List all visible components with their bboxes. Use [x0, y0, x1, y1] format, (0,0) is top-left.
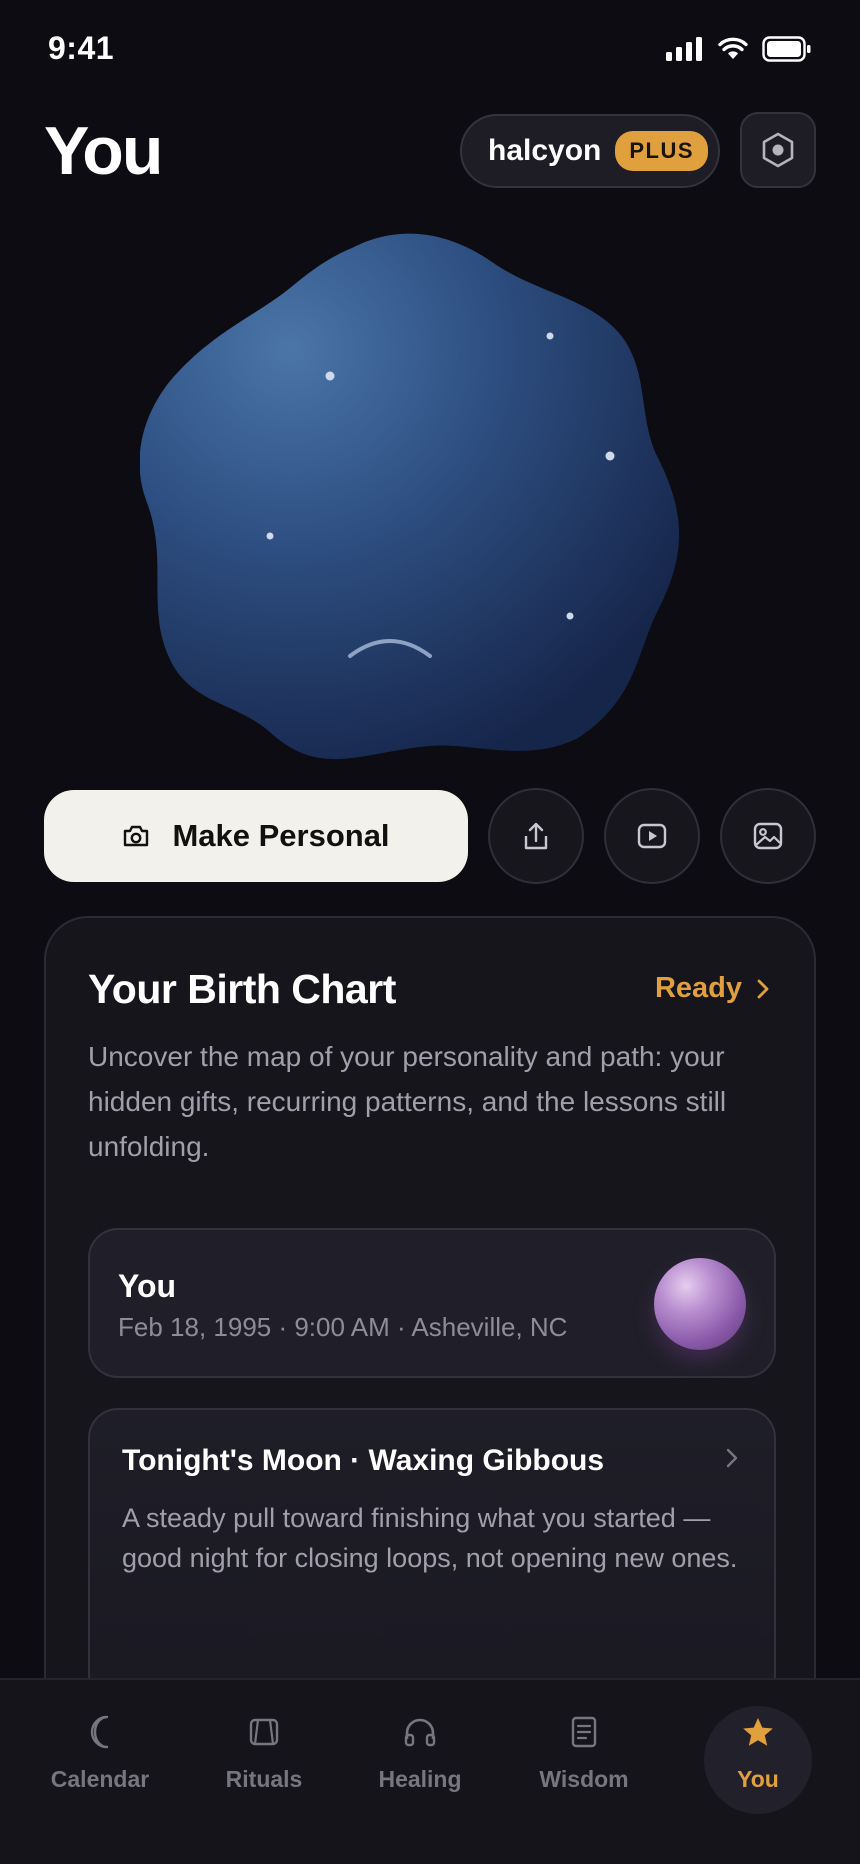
share-icon	[524, 822, 548, 850]
birth-chart-status: Ready	[654, 972, 742, 1004]
status-time: 9:41	[48, 30, 115, 66]
chevron-right-icon	[726, 1448, 738, 1468]
tonights-moon-card[interactable]: Tonight's Moon · Waxing Gibbous A steady…	[88, 1408, 776, 1718]
avatar-blob	[140, 233, 679, 760]
tab-you-label: You	[737, 1766, 779, 1792]
chevron-right-icon	[757, 979, 769, 998]
star-dot	[325, 371, 335, 381]
signal-icon	[666, 37, 702, 61]
make-personal-label: Make Personal	[172, 818, 390, 853]
birth-chart-title: Your Birth Chart	[88, 966, 396, 1012]
profile-details: Feb 18, 1995 · 9:00 AM · Asheville, NC	[118, 1312, 568, 1342]
star-dot	[546, 332, 554, 340]
tab-healing-label: Healing	[378, 1766, 462, 1792]
settings-button[interactable]	[740, 112, 816, 188]
tab-calendar[interactable]: Calendar	[30, 1710, 170, 1830]
wifi-icon	[718, 37, 748, 59]
cards-icon	[249, 1718, 279, 1746]
play-video-icon	[637, 823, 667, 849]
birth-chart-description: Uncover the map of your personality and …	[88, 1041, 727, 1162]
page-title: You	[44, 113, 163, 189]
birth-chart-status-link[interactable]: Ready	[655, 972, 770, 1005]
make-personal-button[interactable]: Make Personal	[44, 790, 468, 882]
hexagon-settings-icon	[762, 132, 794, 168]
moon-description: A steady pull toward finishing what you …	[122, 1503, 738, 1573]
tab-rituals-label: Rituals	[225, 1766, 303, 1792]
share-button[interactable]	[488, 788, 584, 884]
star-dot	[266, 532, 274, 540]
play-video-button[interactable]	[604, 788, 700, 884]
tab-calendar-label: Calendar	[50, 1766, 150, 1792]
tab-bar: Calendar Rituals Healing Wisdom You	[0, 1678, 860, 1864]
tab-you[interactable]: You	[688, 1710, 828, 1830]
account-pill[interactable]: halcyon PLUS	[460, 114, 720, 188]
status-icons	[666, 36, 812, 62]
headphones-icon	[404, 1718, 436, 1747]
document-icon	[571, 1716, 597, 1748]
star-icon	[743, 1718, 773, 1746]
image-button[interactable]	[720, 788, 816, 884]
camera-icon	[124, 825, 149, 847]
star-dot	[605, 451, 615, 461]
account-name: halcyon	[488, 134, 602, 167]
tab-rituals[interactable]: Rituals	[194, 1710, 334, 1830]
birth-profile-row[interactable]: You Feb 18, 1995 · 9:00 AM · Asheville, …	[88, 1228, 776, 1378]
moon-title: Tonight's Moon · Waxing Gibbous	[122, 1444, 605, 1477]
profile-orb	[654, 1258, 746, 1350]
status-bar: 9:41	[0, 0, 860, 100]
crescent-moon-icon	[90, 1715, 109, 1749]
profile-name: You	[118, 1268, 177, 1304]
tab-wisdom-label: Wisdom	[539, 1766, 629, 1792]
battery-icon	[762, 36, 811, 62]
plan-badge: PLUS	[615, 131, 709, 171]
tab-healing[interactable]: Healing	[350, 1710, 490, 1830]
image-icon	[753, 822, 783, 850]
star-dot	[566, 612, 574, 620]
tab-wisdom[interactable]: Wisdom	[514, 1710, 654, 1830]
